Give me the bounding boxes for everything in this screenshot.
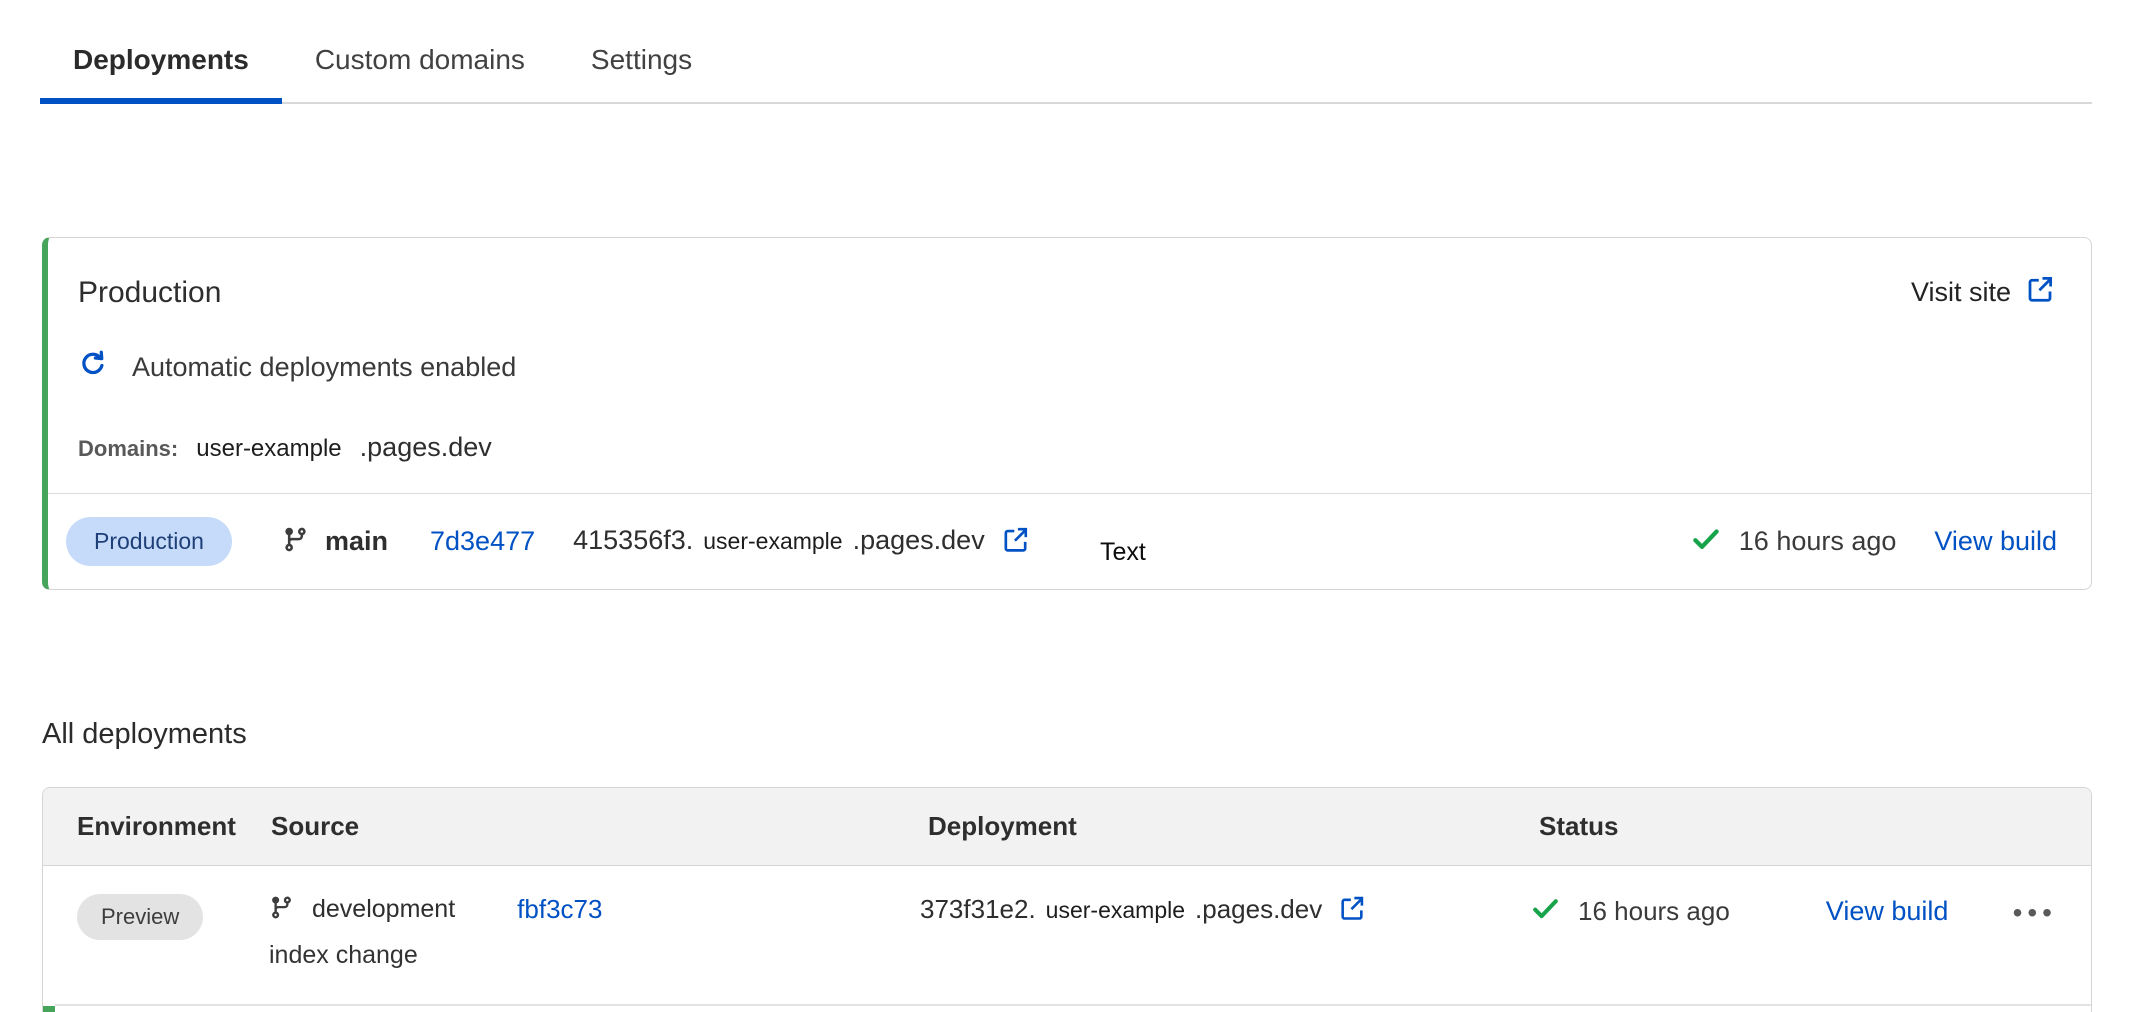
tab-settings[interactable]: Settings [558, 18, 725, 102]
column-header-status: Status [1507, 811, 2091, 842]
production-card: Production Visit site Automat [42, 237, 2092, 590]
tab-settings-label: Settings [591, 44, 692, 76]
deployment-url-suffix: .pages.dev [1195, 894, 1322, 925]
deployments-table: Environment Source Deployment Status Pre… [42, 787, 2092, 1012]
view-build-link[interactable]: View build [1934, 526, 2057, 557]
tab-deployments-label: Deployments [73, 44, 249, 76]
tab-bar: Deployments Custom domains Settings [40, 0, 2092, 104]
visit-site-label: Visit site [1911, 277, 2011, 308]
domain-suffix: .pages.dev [360, 432, 492, 463]
external-link-icon [2025, 274, 2055, 311]
all-deployments-title: All deployments [42, 718, 247, 751]
deployment-time: 16 hours ago [1739, 526, 1897, 557]
visit-site-link[interactable]: Visit site [1911, 274, 2055, 311]
success-check-icon [1691, 524, 1721, 559]
deployment-url-name: user-example [703, 528, 842, 555]
more-options-button[interactable]: ••• [2013, 895, 2057, 927]
table-row: Preview development fbf3c73 index change… [43, 866, 2091, 970]
domain-name: user-example [196, 435, 341, 463]
branch-name: main [325, 526, 388, 557]
production-card-title: Production [78, 276, 221, 310]
commit-link[interactable]: 7d3e477 [430, 526, 535, 557]
environment-badge-production: Production [66, 517, 232, 566]
tab-custom-domains-label: Custom domains [315, 44, 525, 76]
tab-custom-domains[interactable]: Custom domains [282, 18, 558, 102]
deployment-url-suffix: .pages.dev [853, 525, 985, 556]
deployment-time: 16 hours ago [1578, 896, 1730, 927]
external-link-icon[interactable] [1338, 894, 1366, 927]
next-row-green-indicator [43, 1006, 55, 1012]
row-divider [55, 1004, 2091, 1006]
view-build-link[interactable]: View build [1826, 896, 1949, 927]
column-header-deployment: Deployment [896, 811, 1507, 842]
domains-label: Domains: [78, 436, 178, 462]
deployment-url-prefix: 415356f3. [573, 525, 693, 556]
auto-deploy-status-text: Automatic deployments enabled [132, 352, 516, 383]
text-annotation: Text [1100, 538, 1146, 567]
column-header-source: Source [239, 811, 896, 842]
commit-link[interactable]: fbf3c73 [517, 894, 602, 925]
git-branch-icon [269, 895, 294, 925]
deployment-url-name: user-example [1046, 897, 1185, 924]
success-check-icon [1531, 894, 1560, 928]
branch-name: development [312, 895, 455, 924]
production-deployment-row: Production main 7d3e477 415356f3. user-e… [48, 493, 2091, 589]
refresh-icon [78, 349, 108, 386]
commit-message: index change [269, 941, 896, 970]
tab-deployments[interactable]: Deployments [40, 18, 282, 102]
external-link-icon[interactable] [1001, 525, 1030, 559]
table-header-row: Environment Source Deployment Status [43, 788, 2091, 866]
git-branch-icon [282, 526, 309, 558]
column-header-environment: Environment [43, 811, 239, 842]
environment-badge-preview: Preview [77, 894, 203, 940]
deployment-url-prefix: 373f31e2. [920, 894, 1036, 925]
